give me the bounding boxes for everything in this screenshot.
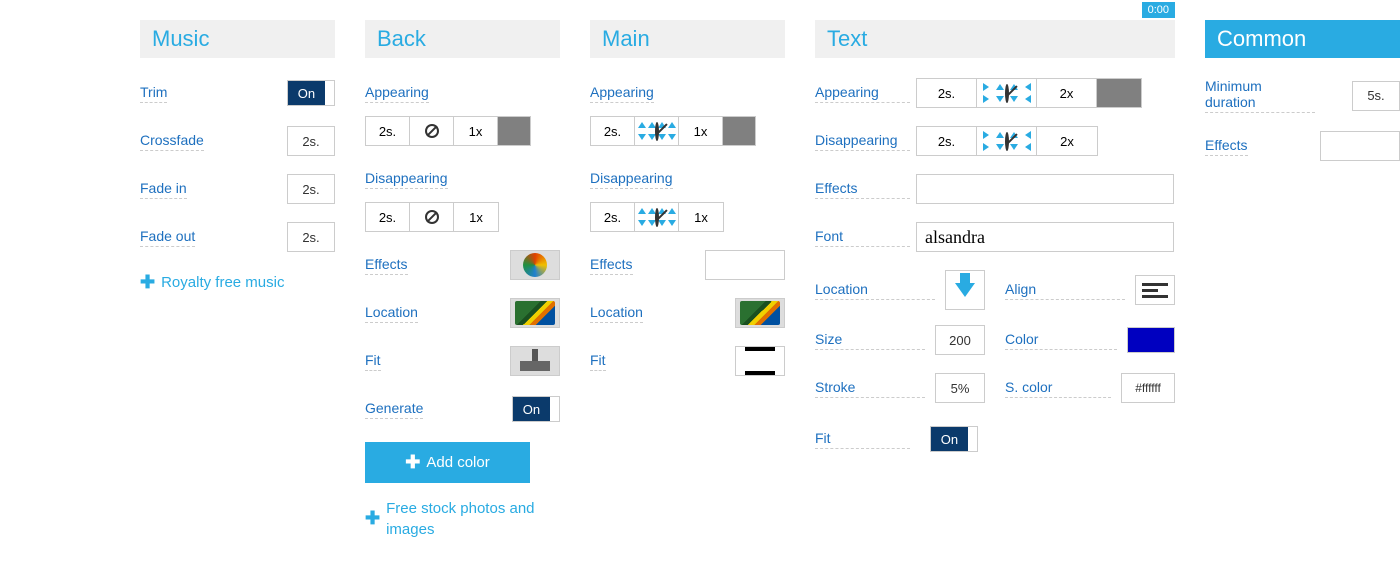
back-disappearing-label[interactable]: Disappearing — [365, 170, 448, 189]
back-disappearing-mult[interactable]: 1x — [454, 203, 498, 231]
plus-icon: ✚ — [405, 452, 420, 473]
main-disappearing-mult[interactable]: 1x — [679, 203, 723, 231]
text-color-label[interactable]: Color — [1005, 331, 1117, 350]
main-effects-label[interactable]: Effects — [590, 256, 633, 275]
text-scolor-label[interactable]: S. color — [1005, 379, 1111, 398]
main-location-thumb[interactable] — [735, 298, 785, 328]
common-effects-input[interactable] — [1320, 131, 1400, 161]
text-appearing-mult[interactable]: 2x — [1037, 79, 1097, 107]
back-generate-label[interactable]: Generate — [365, 400, 423, 419]
back-generate-toggle[interactable]: On — [512, 396, 560, 422]
text-color-swatch[interactable] — [1127, 327, 1175, 353]
main-appearing-mult[interactable]: 1x — [679, 117, 723, 145]
back-effects-label[interactable]: Effects — [365, 256, 408, 275]
text-stroke-input[interactable]: 5% — [935, 373, 985, 403]
back-effects-thumb[interactable] — [510, 250, 560, 280]
back-fit-thumb[interactable] — [510, 346, 560, 376]
arrow-down-icon — [955, 283, 975, 297]
main-appearing-group[interactable]: 2s. 1x — [590, 116, 756, 146]
text-disappearing-mult[interactable]: 2x — [1037, 127, 1097, 155]
text-location-select[interactable] — [945, 270, 985, 310]
text-disappearing-time[interactable]: 2s. — [917, 127, 977, 155]
back-location-label[interactable]: Location — [365, 304, 418, 323]
royalty-free-music-link[interactable]: ✚ Royalty free music — [140, 270, 335, 295]
main-effects-input[interactable] — [705, 250, 785, 280]
fadein-input[interactable]: 2s. — [287, 174, 335, 204]
main-fit-label[interactable]: Fit — [590, 352, 606, 371]
back-appearing-mult[interactable]: 1x — [454, 117, 498, 145]
back-disappearing-direction[interactable] — [410, 203, 454, 231]
text-scolor-input[interactable]: #ffffff — [1121, 373, 1175, 403]
text-font-select[interactable]: alsandra — [916, 222, 1174, 252]
common-effects-label[interactable]: Effects — [1205, 137, 1248, 156]
text-appearing-direction[interactable] — [977, 79, 1037, 107]
no-icon — [1005, 84, 1009, 103]
back-appearing-direction[interactable] — [410, 117, 454, 145]
back-fit-label[interactable]: Fit — [365, 352, 381, 371]
text-effects-input[interactable] — [916, 174, 1174, 204]
text-align-label[interactable]: Align — [1005, 281, 1125, 300]
trim-label[interactable]: Trim — [140, 84, 167, 103]
text-stroke-label[interactable]: Stroke — [815, 379, 925, 398]
back-appearing-label[interactable]: Appearing — [365, 84, 429, 103]
text-fit-toggle[interactable]: On — [930, 426, 978, 452]
text-appearing-color[interactable] — [1097, 79, 1141, 107]
trim-toggle[interactable]: On — [287, 80, 335, 106]
plus-icon: ✚ — [140, 270, 155, 295]
no-icon — [425, 124, 439, 138]
main-header: Main — [590, 20, 785, 58]
fadein-label[interactable]: Fade in — [140, 180, 187, 199]
text-align-select[interactable] — [1135, 275, 1175, 305]
no-icon — [655, 208, 659, 227]
back-header: Back — [365, 20, 560, 58]
common-header: Common — [1205, 20, 1400, 58]
no-icon — [1005, 132, 1009, 151]
common-minduration-input[interactable]: 5s. — [1352, 81, 1400, 111]
crossfade-label[interactable]: Crossfade — [140, 132, 204, 151]
no-icon — [655, 122, 659, 141]
text-disappearing-group[interactable]: 2s. 2x — [916, 126, 1098, 156]
main-location-label[interactable]: Location — [590, 304, 643, 323]
fadeout-label[interactable]: Fade out — [140, 228, 195, 247]
text-font-label[interactable]: Font — [815, 228, 910, 247]
crossfade-input[interactable]: 2s. — [287, 126, 335, 156]
main-appearing-direction[interactable] — [635, 117, 679, 145]
back-disappearing-time[interactable]: 2s. — [366, 203, 410, 231]
text-effects-label[interactable]: Effects — [815, 180, 910, 199]
main-appearing-label[interactable]: Appearing — [590, 84, 654, 103]
main-appearing-time[interactable]: 2s. — [591, 117, 635, 145]
plus-icon: ✚ — [365, 506, 380, 531]
text-location-label[interactable]: Location — [815, 281, 935, 300]
main-fit-thumb[interactable] — [735, 346, 785, 376]
text-header: Text — [815, 20, 1175, 58]
text-appearing-group[interactable]: 2s. 2x — [916, 78, 1142, 108]
text-disappearing-label[interactable]: Disappearing — [815, 132, 910, 151]
common-minduration-label[interactable]: Minimum duration — [1205, 78, 1315, 113]
text-size-input[interactable]: 200 — [935, 325, 985, 355]
text-fit-label[interactable]: Fit — [815, 430, 910, 449]
text-appearing-time[interactable]: 2s. — [917, 79, 977, 107]
main-disappearing-time[interactable]: 2s. — [591, 203, 635, 231]
text-disappearing-direction[interactable] — [977, 127, 1037, 155]
main-disappearing-group[interactable]: 2s. 1x — [590, 202, 724, 232]
back-appearing-time[interactable]: 2s. — [366, 117, 410, 145]
timer-badge: 0:00 — [1142, 2, 1175, 18]
main-appearing-color[interactable] — [723, 117, 755, 145]
music-header: Music — [140, 20, 335, 58]
back-location-thumb[interactable] — [510, 298, 560, 328]
main-disappearing-direction[interactable] — [635, 203, 679, 231]
back-disappearing-group[interactable]: 2s. 1x — [365, 202, 499, 232]
add-color-button[interactable]: ✚ Add color — [365, 442, 530, 483]
back-appearing-color[interactable] — [498, 117, 530, 145]
text-size-label[interactable]: Size — [815, 331, 925, 350]
main-disappearing-label[interactable]: Disappearing — [590, 170, 673, 189]
text-appearing-label[interactable]: Appearing — [815, 84, 910, 103]
free-stock-link[interactable]: ✚ Free stock photos and images — [365, 498, 560, 540]
fadeout-input[interactable]: 2s. — [287, 222, 335, 252]
no-icon — [425, 210, 439, 224]
back-appearing-group[interactable]: 2s. 1x — [365, 116, 531, 146]
